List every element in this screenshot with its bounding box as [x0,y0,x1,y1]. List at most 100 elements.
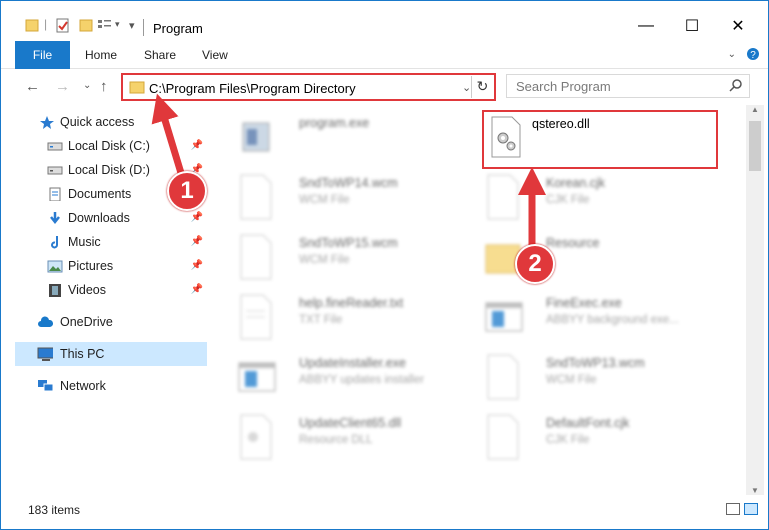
search-icon[interactable] [729,78,743,92]
sidebar-item-music[interactable]: Music 📌 [15,230,207,254]
videos-icon [49,284,61,297]
document-icon [487,354,519,400]
address-bar[interactable]: C:\Program Files\Program Directory ⌄ ↻ [121,73,496,101]
up-arrow-icon[interactable]: ↑ [100,78,108,95]
file-name: Resource [546,236,600,250]
pin-icon[interactable]: 📌 [191,134,203,158]
address-path[interactable]: C:\Program Files\Program Directory [149,81,356,96]
back-arrow-icon[interactable]: ← [25,78,40,95]
file-type: WCM File [546,374,597,386]
file-name: SndToWP14.wcm [299,176,398,190]
sidebar-item-label: Local Disk (D:) [68,163,150,177]
file-item[interactable]: Korean.cjk CJK File [484,169,724,225]
navigation-pane: Quick access Local Disk (C:) 📌 Local Dis… [1,105,209,495]
file-item[interactable]: UpdateInstaller.exe ABBYY updates instal… [237,349,477,405]
file-item[interactable]: DefaultFont.cjk CJK File [484,409,724,465]
help-icon[interactable]: ? [746,47,760,61]
pin-icon[interactable]: 📌 [191,230,203,254]
sidebar-item-network[interactable]: Network [15,374,207,398]
document-icon [487,174,519,220]
file-type: WCM File [299,254,350,266]
file-name: SndToWP13.wcm [546,356,645,370]
document-icon [240,234,272,280]
ribbon-controls: ⌄ ? [728,47,760,61]
file-item[interactable]: SndToWP15.wcm WCM File [237,229,477,285]
file-item[interactable]: SndToWP13.wcm WCM File [484,349,724,405]
file-name: UpdateClient65.dll [299,416,402,430]
new-folder-icon[interactable] [79,18,93,32]
star-icon [40,116,54,129]
sidebar-item-label: Documents [68,187,132,201]
sidebar-item-label: Downloads [68,211,130,225]
minimize-button[interactable]: — [623,11,669,41]
file-item[interactable]: UpdateClient65.dll Resource DLL [237,409,477,465]
chevron-down-icon[interactable]: ⌄ [462,81,471,94]
customize-icon[interactable] [97,18,113,32]
qat-dropdown-icon[interactable]: ▾ [129,19,135,32]
highlight-box [482,110,718,169]
sidebar-item-label: Local Disk (C:) [68,139,150,153]
file-name: UpdateInstaller.exe [299,356,407,370]
sidebar-item-label: Pictures [68,259,114,273]
file-item[interactable]: SndToWP14.wcm WCM File [237,169,477,225]
sidebar-item-downloads[interactable]: Downloads 📌 [15,206,207,230]
sidebar-item-pictures[interactable]: Pictures 📌 [15,254,207,278]
tab-view[interactable]: View [202,41,228,69]
close-button[interactable]: ✕ [715,11,761,41]
ribbon: File Home Share View ⌄ ? [1,41,768,69]
file-name: Korean.cjk [546,176,606,190]
file-type: CJK File [546,434,590,446]
file-type: ABBYY updates installer [299,374,425,386]
documents-icon [49,187,61,201]
sidebar-item-local-disk-c[interactable]: Local Disk (C:) 📌 [15,134,207,158]
app-window-icon [485,302,523,332]
callout-1: 1 [167,171,207,211]
file-type: TXT File [299,314,343,326]
drive-icon [47,166,63,175]
tab-share[interactable]: Share [144,41,176,69]
pictures-icon [47,260,63,273]
details-view-icon[interactable] [726,503,740,515]
item-count: 183 items [28,503,81,517]
expand-ribbon-icon[interactable]: ⌄ [728,49,736,60]
large-icons-view-icon[interactable] [744,503,758,515]
maximize-button[interactable]: ☐ [669,11,715,41]
tab-home[interactable]: Home [85,41,117,69]
scroll-up-icon[interactable]: ▲ [751,105,759,114]
file-list: program.exe qstereo.dll SndToWP14.wcm WC… [209,105,746,495]
file-item[interactable]: help.fineReader.txt TXT File [237,289,477,345]
refresh-button[interactable]: ↻ [471,76,493,98]
callout-2: 2 [515,244,555,284]
view-switcher [726,503,758,515]
file-name: FineExec.exe [546,296,622,310]
file-type: WCM File [299,194,350,206]
sidebar-item-this-pc[interactable]: This PC [15,342,207,366]
status-bar: 183 items [1,496,768,529]
dll-gear-icon [240,414,272,460]
sidebar-item-label: Videos [68,283,106,297]
tab-file[interactable]: File [15,41,70,69]
sidebar-item-label: Music [68,235,101,249]
file-name: DefaultFont.cjk [546,416,630,430]
search-input[interactable]: Search Program [506,74,750,98]
chevron-down-icon[interactable]: ▾ [115,19,120,30]
sidebar-item-onedrive[interactable]: OneDrive [15,310,207,334]
network-icon [38,380,53,392]
scrollbar-thumb[interactable] [749,121,761,171]
download-icon [50,212,60,225]
pin-icon[interactable]: 📌 [191,278,203,302]
forward-arrow-icon[interactable]: → [55,78,70,95]
file-type: ABBYY background exe... [546,314,679,326]
folder-icon[interactable] [25,18,39,32]
pin-icon[interactable]: 📌 [191,254,203,278]
sidebar-item-quick-access[interactable]: Quick access [15,110,207,134]
properties-icon[interactable] [55,18,71,34]
scroll-down-icon[interactable]: ▼ [751,486,759,495]
file-item[interactable]: FineExec.exe ABBYY background exe... [484,289,724,345]
recent-locations-icon[interactable]: ⌄ [83,80,91,91]
sidebar-item-label: This PC [60,347,105,361]
sidebar-item-videos[interactable]: Videos 📌 [15,278,207,302]
vertical-scrollbar[interactable]: ▲ ▼ [746,105,764,495]
file-item[interactable]: program.exe [237,109,477,165]
document-icon [240,174,272,220]
